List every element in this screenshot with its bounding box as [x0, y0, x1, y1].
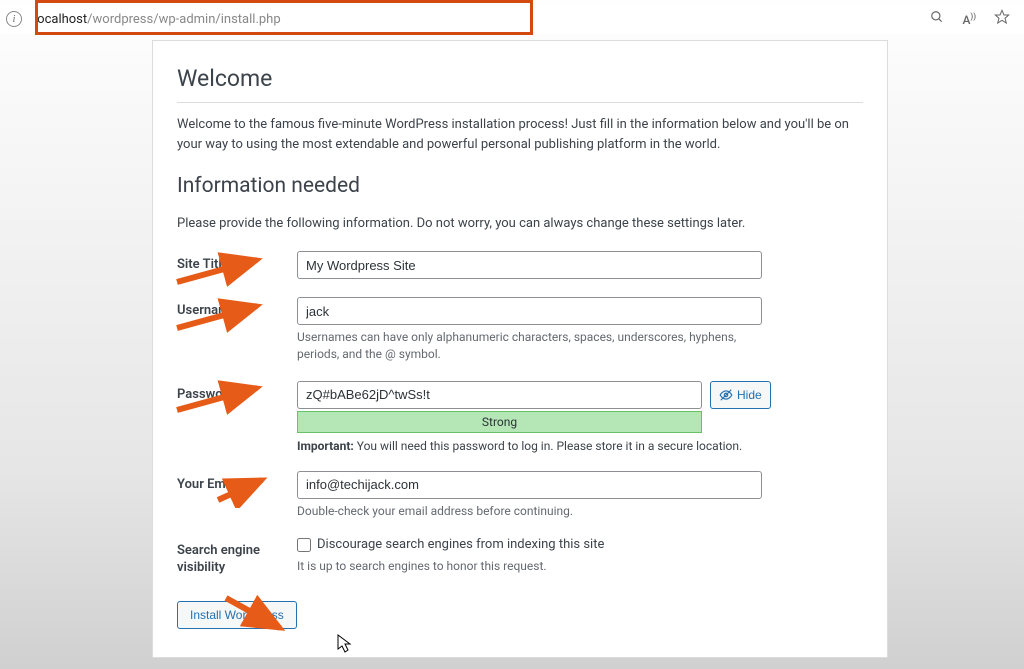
email-input[interactable]	[297, 471, 762, 499]
url-path: /wordpress/wp-admin/install.php	[87, 12, 280, 27]
subintro-paragraph: Please provide the following information…	[177, 216, 863, 231]
browser-address-bar: i localhost/wordpress/wp-admin/install.p…	[0, 4, 1024, 34]
eye-slash-icon	[719, 388, 733, 402]
site-title-label: Site Title	[177, 251, 297, 272]
install-wordpress-button[interactable]: Install WordPress	[177, 601, 297, 629]
username-row: Username Usernames can have only alphanu…	[177, 297, 863, 363]
info-icon[interactable]: i	[6, 11, 22, 27]
favorite-icon[interactable]	[994, 9, 1010, 29]
info-needed-heading: Information needed	[177, 174, 863, 198]
url-host: localhost	[34, 12, 87, 27]
site-title-input[interactable]	[297, 251, 762, 279]
username-input[interactable]	[297, 297, 762, 325]
visibility-row: Search engine visibility Discourage sear…	[177, 537, 863, 577]
username-hint: Usernames can have only alphanumeric cha…	[297, 329, 762, 363]
password-important: Important: You will need this password t…	[297, 439, 863, 453]
visibility-checkbox[interactable]	[297, 538, 311, 552]
password-strength: Strong	[297, 411, 702, 433]
password-label: Password	[177, 381, 297, 402]
visibility-label: Search engine visibility	[177, 537, 297, 577]
email-row: Your Email Double-check your email addre…	[177, 471, 863, 520]
divider	[177, 102, 863, 103]
url-input[interactable]: localhost/wordpress/wp-admin/install.php	[30, 6, 930, 32]
welcome-heading: Welcome	[177, 65, 863, 92]
password-input[interactable]	[297, 381, 702, 409]
email-hint: Double-check your email address before c…	[297, 503, 762, 520]
hide-password-button[interactable]: Hide	[710, 381, 771, 409]
read-aloud-icon[interactable]: A))	[962, 12, 976, 27]
intro-paragraph: Welcome to the famous five-minute WordPr…	[177, 115, 863, 154]
visibility-hint: It is up to search engines to honor this…	[297, 558, 762, 575]
install-form-card: Welcome Welcome to the famous five-minut…	[152, 40, 888, 658]
password-row: Password Hide Strong Important: You will…	[177, 381, 863, 453]
email-label: Your Email	[177, 471, 297, 492]
hide-label: Hide	[737, 388, 762, 402]
username-label: Username	[177, 297, 297, 318]
site-title-row: Site Title	[177, 251, 863, 279]
search-icon[interactable]	[930, 10, 944, 28]
visibility-checkbox-label: Discourage search engines from indexing …	[317, 537, 604, 552]
